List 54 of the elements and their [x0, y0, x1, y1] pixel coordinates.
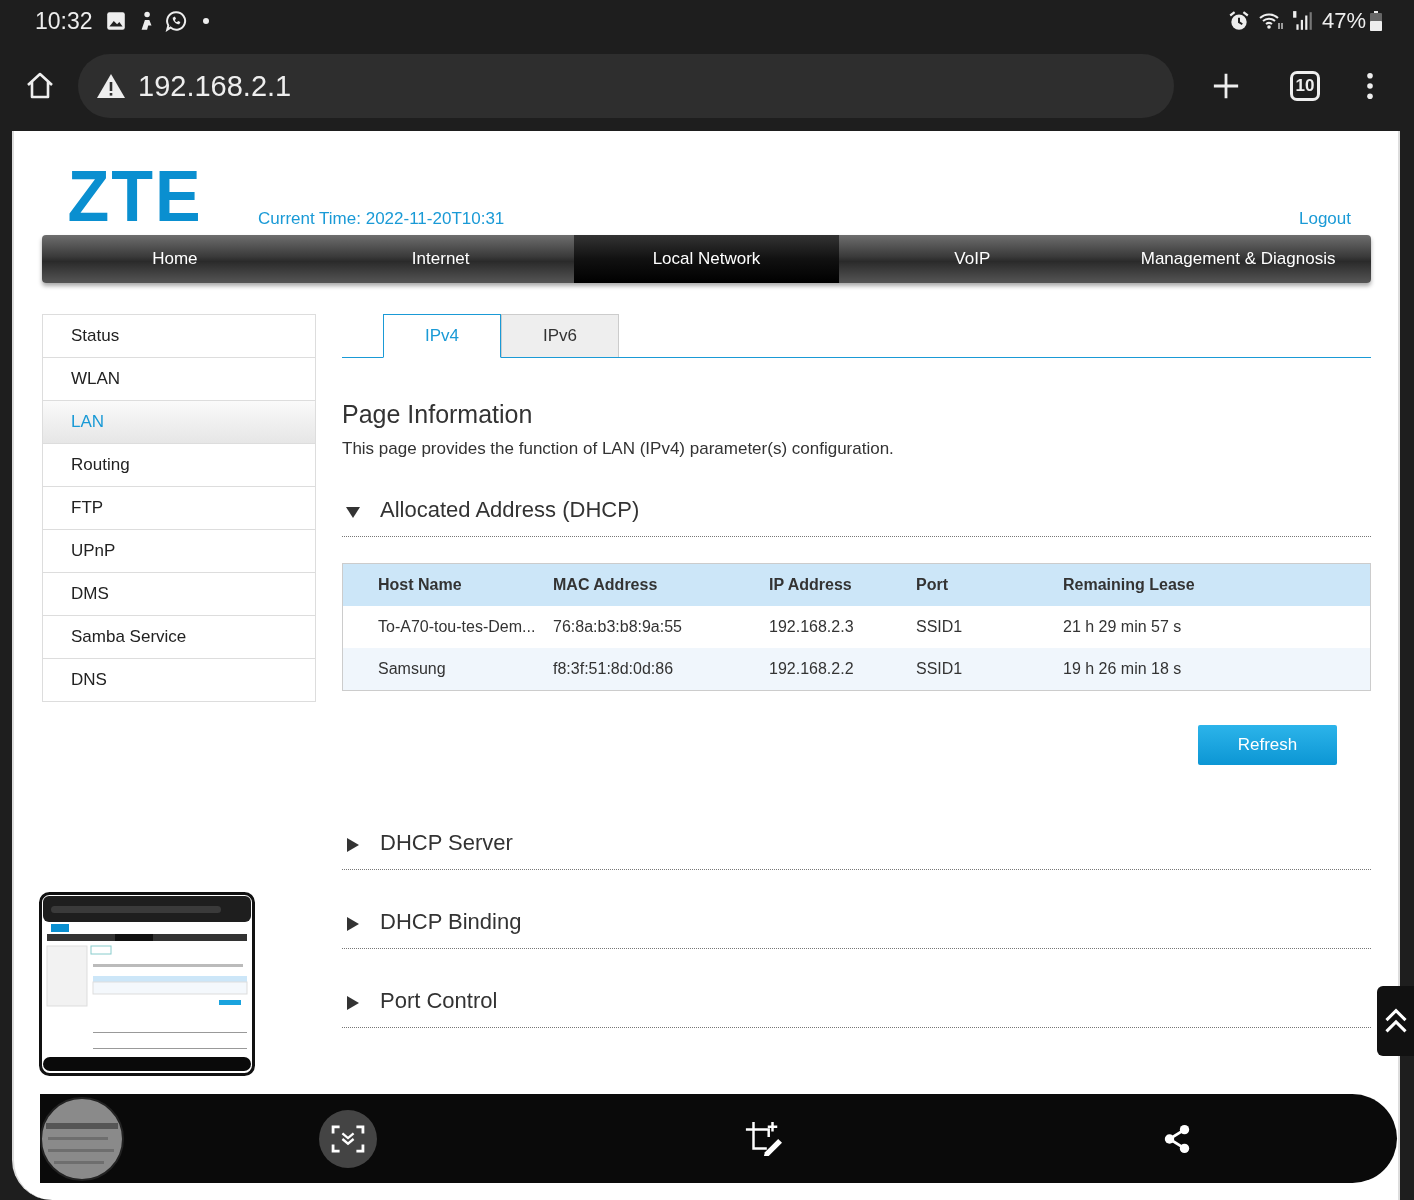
column-header: Host Name — [378, 576, 463, 594]
expanded-arrow-icon[interactable] — [346, 505, 360, 519]
table-cell-text: 192.168.2.3 — [769, 618, 855, 636]
section-title[interactable]: Allocated Address (DHCP) — [380, 497, 640, 523]
url-text: 192.168.2.1 — [138, 69, 292, 103]
column-header: MAC Address — [553, 576, 659, 594]
nav-tab[interactable]: Home — [42, 235, 308, 283]
address-bar[interactable]: 192.168.2.1 — [78, 54, 1174, 118]
collapsed-arrow-icon[interactable] — [346, 996, 360, 1010]
table-cell-text: 76:8a:b3:b8:9a:55 — [553, 618, 683, 636]
nav-tab[interactable]: Local Network — [573, 235, 840, 283]
share-icon[interactable] — [1162, 1123, 1192, 1154]
tab[interactable]: IPv6 — [501, 314, 619, 357]
more-icon[interactable] — [1366, 72, 1374, 100]
plus-icon[interactable] — [1212, 72, 1240, 100]
table-cell-text: SSID1 — [916, 660, 964, 678]
table-cell-text: f8:3f:51:8d:0d:86 — [553, 660, 675, 678]
nav-tab[interactable]: Management & Diagnosis — [1105, 235, 1371, 283]
column-header: Port — [916, 576, 949, 594]
crop-edit-icon[interactable] — [744, 1119, 782, 1158]
column-header: Remaining Lease — [1063, 576, 1196, 594]
signal-icon — [1291, 10, 1314, 32]
table-cell-text: SSID1 — [916, 618, 964, 636]
logo: ZTE — [67, 163, 203, 229]
wifi-icon — [1257, 10, 1284, 32]
image-icon — [104, 10, 127, 32]
dot-icon — [202, 18, 209, 24]
screenshot-thumbnail[interactable] — [39, 892, 255, 1076]
table-cell-text: 19 h 26 min 18 s — [1063, 660, 1183, 678]
scroll-top-button[interactable] — [1377, 986, 1414, 1056]
table-cell-text: Samsung — [378, 660, 447, 678]
tab-count[interactable]: 10 — [1290, 71, 1320, 101]
section-title[interactable]: DHCP Server — [380, 830, 513, 856]
preview-thumbnail[interactable] — [40, 1096, 124, 1181]
warning-icon — [96, 73, 126, 99]
table-cell-text: 21 h 29 min 57 s — [1063, 618, 1183, 636]
scroll-capture-icon — [331, 1124, 365, 1153]
clock-time: 10:32 — [35, 7, 93, 35]
phone-bubble-icon — [164, 10, 187, 32]
section-title[interactable]: Port Control — [380, 988, 498, 1014]
table-cell-text: To-A70-tou-tes-Dem... — [378, 618, 537, 636]
column-header: IP Address — [769, 576, 853, 594]
battery-icon — [1370, 11, 1382, 31]
nav-tab[interactable]: Internet — [307, 235, 574, 283]
battery-percent: 47% — [1321, 8, 1366, 34]
nav-tab[interactable]: VoIP — [839, 235, 1106, 283]
page-description: This page provides the function of LAN (IPv4) parameter(s) configuration. — [342, 439, 895, 459]
collapsed-arrow-icon[interactable] — [346, 838, 360, 852]
collapsed-arrow-icon[interactable] — [346, 917, 360, 931]
section-title[interactable]: DHCP Binding — [380, 909, 522, 935]
alarm-icon — [1227, 10, 1250, 32]
page-title: Page Information — [342, 400, 534, 429]
table-cell-text: 192.168.2.2 — [769, 660, 855, 678]
current-time: Current Time: 2022-11-20T10:31 — [258, 209, 505, 229]
